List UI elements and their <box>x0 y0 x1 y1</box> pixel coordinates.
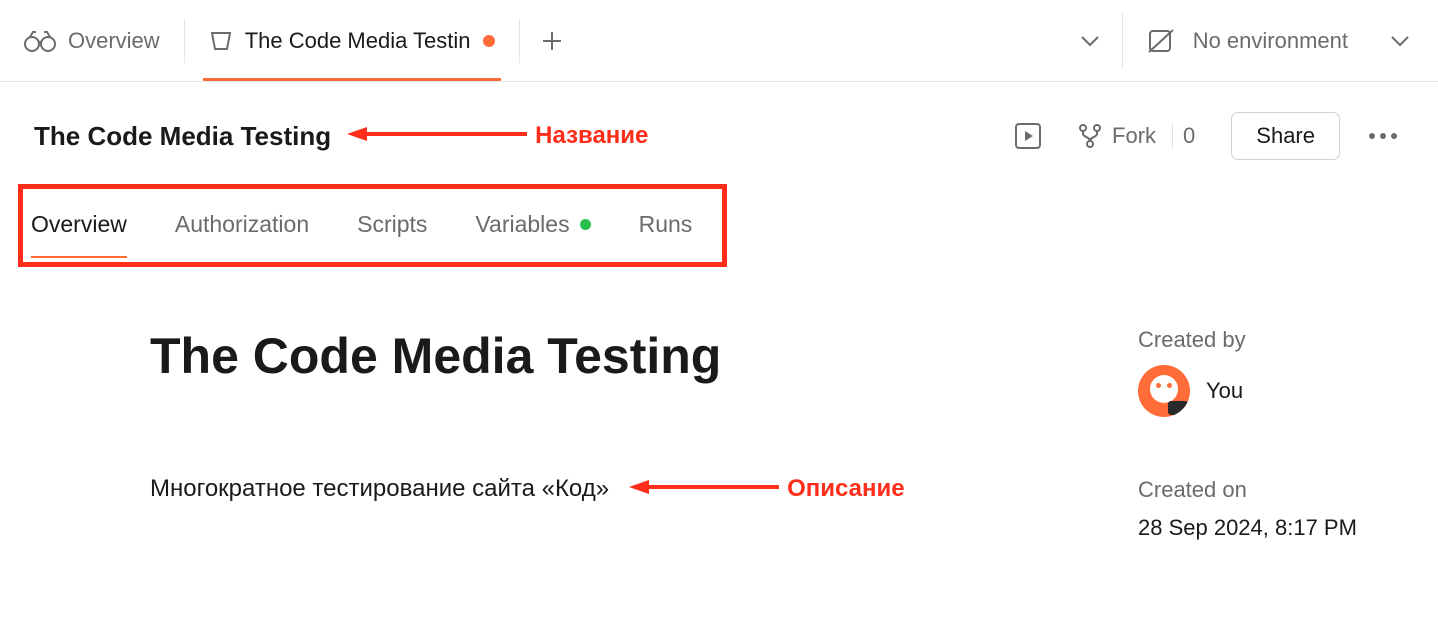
unsaved-indicator-icon <box>483 35 495 47</box>
subtab-runs-label: Runs <box>639 211 693 238</box>
variables-indicator-icon <box>580 219 591 230</box>
fork-button[interactable]: Fork 0 <box>1068 123 1215 149</box>
subtab-authorization-label: Authorization <box>175 211 309 238</box>
subtab-overview[interactable]: Overview <box>31 199 127 252</box>
collection-title[interactable]: The Code Media Testing <box>34 121 331 152</box>
tab-overview-label: Overview <box>68 28 160 54</box>
avatar <box>1138 365 1190 417</box>
tabs-dropdown-button[interactable] <box>1058 35 1122 47</box>
top-tab-bar: Overview The Code Media Testin <box>0 0 1438 82</box>
chevron-down-icon <box>1390 35 1410 47</box>
created-on-label: Created on <box>1138 477 1410 503</box>
created-on-value: 28 Sep 2024, 8:17 PM <box>1138 515 1410 541</box>
arrow-left-icon <box>629 475 779 503</box>
more-options-button[interactable] <box>1356 133 1410 139</box>
annotation-title: Название <box>347 122 648 150</box>
collection-icon <box>209 29 233 53</box>
tab-bar-left: Overview The Code Media Testin <box>0 0 584 81</box>
description-row: Многократное тестирование сайта «Код» Оп… <box>150 475 1138 503</box>
collection-heading[interactable]: The Code Media Testing <box>150 327 1138 385</box>
tab-overview[interactable]: Overview <box>0 0 184 81</box>
title-row: The Code Media Testing Название Fork 0 <box>0 82 1438 184</box>
arrow-left-icon <box>347 122 527 150</box>
subtab-variables-label: Variables <box>475 211 569 238</box>
subtab-authorization[interactable]: Authorization <box>175 199 309 252</box>
subtab-scripts-label: Scripts <box>357 211 427 238</box>
created-by-label: Created by <box>1138 327 1410 353</box>
content-side: Created by You Created on 28 Sep 2024, 8… <box>1138 327 1438 541</box>
annotation-description: Описание <box>629 475 905 503</box>
tab-bar-right: No environment <box>1058 0 1438 81</box>
new-tab-button[interactable] <box>520 0 584 81</box>
no-environment-icon <box>1147 28 1175 54</box>
subtab-scripts[interactable]: Scripts <box>357 199 427 252</box>
annotation-title-label: Название <box>535 122 648 150</box>
subtabs-container: Overview Authorization Scripts Variables… <box>0 184 1438 267</box>
run-button[interactable] <box>1004 113 1052 159</box>
tab-collection[interactable]: The Code Media Testin <box>185 0 519 81</box>
creator-row[interactable]: You <box>1138 365 1410 417</box>
environment-label: No environment <box>1193 28 1348 54</box>
annotation-subtabs-highlight: Overview Authorization Scripts Variables… <box>18 184 727 267</box>
content-row: The Code Media Testing Многократное тест… <box>0 267 1438 541</box>
fork-count: 0 <box>1172 123 1205 149</box>
subtab-overview-label: Overview <box>31 211 127 238</box>
binoculars-icon <box>24 30 56 52</box>
subtab-variables[interactable]: Variables <box>475 199 590 252</box>
annotation-description-label: Описание <box>787 475 905 503</box>
fork-icon <box>1078 123 1102 149</box>
collection-description[interactable]: Многократное тестирование сайта «Код» <box>150 475 609 503</box>
share-button[interactable]: Share <box>1231 112 1340 160</box>
tab-collection-label: The Code Media Testin <box>245 28 471 54</box>
ellipsis-icon <box>1369 133 1397 139</box>
content-main: The Code Media Testing Многократное тест… <box>0 327 1138 503</box>
environment-picker[interactable]: No environment <box>1123 28 1438 54</box>
subtab-runs[interactable]: Runs <box>639 199 693 252</box>
creator-name: You <box>1206 378 1243 404</box>
fork-label: Fork <box>1112 123 1156 149</box>
